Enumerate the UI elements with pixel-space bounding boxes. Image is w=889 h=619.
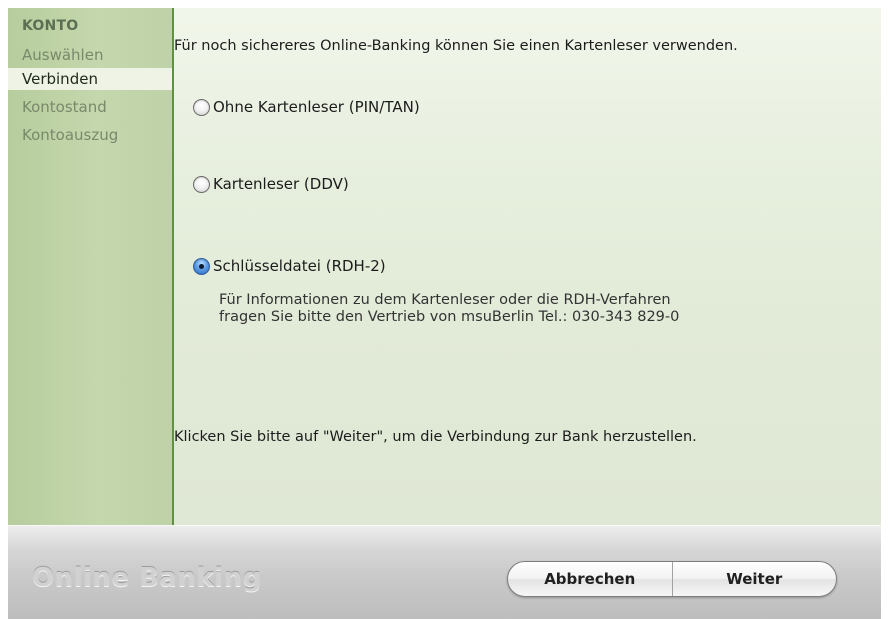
online-banking-window: KONTO Auswählen Verbinden Kontostand Kon… — [0, 0, 889, 619]
sidebar-item-kontostand[interactable]: Kontostand — [8, 96, 172, 118]
info-line-1: Für Informationen zu dem Kartenleser ode… — [219, 292, 671, 308]
sidebar-item-kontoauszug[interactable]: Kontoauszug — [8, 124, 172, 146]
option-rdh2-label: Schlüsseldatei (RDH-2) — [213, 257, 386, 275]
sidebar-item-verbinden[interactable]: Verbinden — [8, 68, 172, 90]
action-button-group: Abbrechen Weiter — [507, 561, 837, 597]
app-brand-logo: Online Banking — [32, 563, 262, 593]
radio-pin-tan[interactable] — [193, 98, 210, 116]
radio-rdh2[interactable] — [193, 257, 210, 275]
instruction-text: Klicken Sie bitte auf "Weiter", um die V… — [174, 429, 697, 445]
bottom-bar: Online Banking Abbrechen Weiter — [8, 525, 881, 619]
main-content: Für noch sichereres Online-Banking könne… — [174, 8, 881, 525]
radio-ddv[interactable] — [193, 175, 210, 193]
cancel-button[interactable]: Abbrechen — [508, 562, 672, 596]
option-pin-tan-label: Ohne Kartenleser (PIN/TAN) — [213, 98, 420, 116]
option-pin-tan[interactable]: Ohne Kartenleser (PIN/TAN) — [193, 96, 420, 118]
sidebar-heading: KONTO — [22, 18, 79, 34]
sidebar-item-auswaehlen[interactable]: Auswählen — [8, 44, 172, 66]
option-rdh2[interactable]: Schlüsseldatei (RDH-2) — [193, 255, 386, 277]
sidebar: KONTO Auswählen Verbinden Kontostand Kon… — [8, 8, 172, 525]
option-ddv-label: Kartenleser (DDV) — [213, 175, 349, 193]
option-ddv[interactable]: Kartenleser (DDV) — [193, 173, 349, 195]
intro-text: Für noch sichereres Online-Banking könne… — [174, 38, 738, 54]
next-button[interactable]: Weiter — [671, 562, 837, 596]
info-line-2: fragen Sie bitte den Vertrieb von msuBer… — [219, 309, 680, 325]
info-text: Für Informationen zu dem Kartenleser ode… — [219, 292, 839, 326]
